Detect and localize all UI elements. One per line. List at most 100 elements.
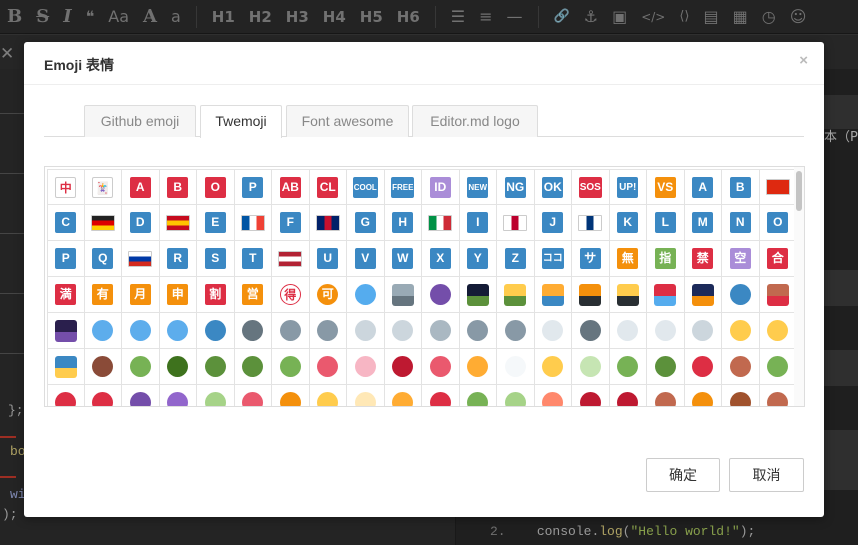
emoji-cell[interactable]: J xyxy=(534,205,572,241)
close-icon[interactable]: × xyxy=(799,52,808,69)
emoji-cell[interactable] xyxy=(197,385,235,406)
emoji-cell[interactable] xyxy=(684,313,722,349)
emoji-cell[interactable]: E xyxy=(197,205,235,241)
emoji-cell[interactable]: ID xyxy=(422,169,460,205)
emoji-cell[interactable] xyxy=(309,313,347,349)
emoji-cell[interactable] xyxy=(47,313,85,349)
emoji-cell[interactable]: 🃏 xyxy=(84,169,122,205)
emoji-cell[interactable] xyxy=(460,385,497,406)
emoji-cell[interactable] xyxy=(759,277,797,313)
emoji-cell[interactable]: A xyxy=(684,169,722,205)
emoji-cell[interactable] xyxy=(310,385,347,406)
emoji-cell[interactable] xyxy=(497,349,535,385)
emoji-cell[interactable]: 中 xyxy=(47,169,85,205)
emoji-cell[interactable] xyxy=(422,385,460,406)
emoji-cell[interactable] xyxy=(609,277,647,313)
emoji-cell[interactable] xyxy=(760,385,797,406)
emoji-cell[interactable] xyxy=(684,349,722,385)
emoji-cell[interactable]: 無 xyxy=(609,241,647,277)
emoji-cell[interactable]: 得 xyxy=(272,277,310,313)
emoji-cell[interactable] xyxy=(459,277,497,313)
emoji-cell[interactable]: Z xyxy=(497,241,535,277)
emoji-cell[interactable] xyxy=(534,313,572,349)
emoji-cell[interactable]: Y xyxy=(459,241,497,277)
scrollbar-thumb[interactable] xyxy=(796,171,802,211)
emoji-cell[interactable]: SOS xyxy=(572,169,610,205)
emoji-cell[interactable] xyxy=(160,385,197,406)
emoji-cell[interactable] xyxy=(534,349,572,385)
emoji-cell[interactable]: O xyxy=(759,205,797,241)
emoji-cell[interactable]: COOL xyxy=(347,169,385,205)
emoji-cell[interactable]: 申 xyxy=(159,277,197,313)
emoji-cell[interactable] xyxy=(122,313,160,349)
emoji-cell[interactable]: X xyxy=(422,241,460,277)
emoji-cell[interactable]: NG xyxy=(497,169,535,205)
emoji-cell[interactable] xyxy=(159,313,197,349)
ok-button[interactable]: 确定 xyxy=(646,458,720,492)
emoji-cell[interactable]: AB xyxy=(272,169,310,205)
emoji-cell[interactable]: 満 xyxy=(47,277,85,313)
emoji-cell[interactable] xyxy=(47,385,85,406)
emoji-cell[interactable]: P xyxy=(47,241,85,277)
emoji-cell[interactable] xyxy=(422,313,460,349)
emoji-cell[interactable] xyxy=(572,277,610,313)
emoji-cell[interactable] xyxy=(722,349,760,385)
emoji-cell[interactable]: C xyxy=(47,205,85,241)
emoji-cell[interactable]: FREE xyxy=(384,169,422,205)
emoji-cell[interactable]: 割 xyxy=(197,277,235,313)
emoji-cell[interactable] xyxy=(347,385,385,406)
tab-font-awesome[interactable]: Font awesome xyxy=(286,105,409,137)
emoji-cell[interactable] xyxy=(384,349,422,385)
emoji-cell[interactable] xyxy=(647,385,685,406)
emoji-cell[interactable]: VS xyxy=(647,169,685,205)
emoji-cell[interactable] xyxy=(385,385,422,406)
emoji-cell[interactable] xyxy=(685,385,722,406)
emoji-cell[interactable]: S xyxy=(197,241,235,277)
emoji-cell[interactable] xyxy=(422,349,460,385)
emoji-cell[interactable]: H xyxy=(384,205,422,241)
emoji-cell[interactable] xyxy=(272,349,310,385)
emoji-cell[interactable] xyxy=(572,313,610,349)
emoji-cell[interactable] xyxy=(197,349,235,385)
emoji-cell[interactable] xyxy=(197,313,235,349)
emoji-cell[interactable] xyxy=(647,277,685,313)
emoji-cell[interactable] xyxy=(647,313,685,349)
emoji-cell[interactable]: 可 xyxy=(309,277,347,313)
emoji-cell[interactable]: F xyxy=(272,205,310,241)
emoji-cell[interactable] xyxy=(159,349,197,385)
emoji-cell[interactable]: UP! xyxy=(609,169,647,205)
emoji-cell[interactable] xyxy=(347,313,385,349)
emoji-cell[interactable]: W xyxy=(384,241,422,277)
emoji-cell[interactable] xyxy=(684,277,722,313)
emoji-cell[interactable] xyxy=(234,349,272,385)
emoji-cell[interactable] xyxy=(47,349,85,385)
emoji-cell[interactable]: G xyxy=(347,205,385,241)
scrollbar-track[interactable] xyxy=(794,167,804,406)
emoji-cell[interactable] xyxy=(235,385,272,406)
emoji-cell[interactable]: OK xyxy=(534,169,572,205)
emoji-cell[interactable]: ココ xyxy=(534,241,572,277)
emoji-cell[interactable] xyxy=(459,313,497,349)
emoji-cell[interactable]: P xyxy=(234,169,272,205)
emoji-cell[interactable] xyxy=(347,349,385,385)
emoji-cell[interactable]: D xyxy=(122,205,160,241)
emoji-cell[interactable] xyxy=(84,205,122,241)
emoji-cell[interactable]: I xyxy=(459,205,497,241)
emoji-cell[interactable] xyxy=(497,205,535,241)
emoji-cell[interactable] xyxy=(759,349,797,385)
emoji-cell[interactable]: L xyxy=(647,205,685,241)
emoji-cell[interactable] xyxy=(234,205,272,241)
emoji-cell[interactable]: O xyxy=(197,169,235,205)
emoji-cell[interactable] xyxy=(309,205,347,241)
emoji-cell[interactable] xyxy=(535,385,572,406)
emoji-cell[interactable]: T xyxy=(234,241,272,277)
tab-twemoji[interactable]: Twemoji xyxy=(200,105,282,138)
emoji-cell[interactable] xyxy=(759,169,797,205)
emoji-cell[interactable]: CL xyxy=(309,169,347,205)
emoji-cell[interactable] xyxy=(84,313,122,349)
emoji-cell[interactable]: M xyxy=(684,205,722,241)
emoji-cell[interactable] xyxy=(159,205,197,241)
emoji-cell[interactable]: B xyxy=(722,169,760,205)
emoji-cell[interactable]: 合 xyxy=(759,241,797,277)
emoji-cell[interactable] xyxy=(534,277,572,313)
